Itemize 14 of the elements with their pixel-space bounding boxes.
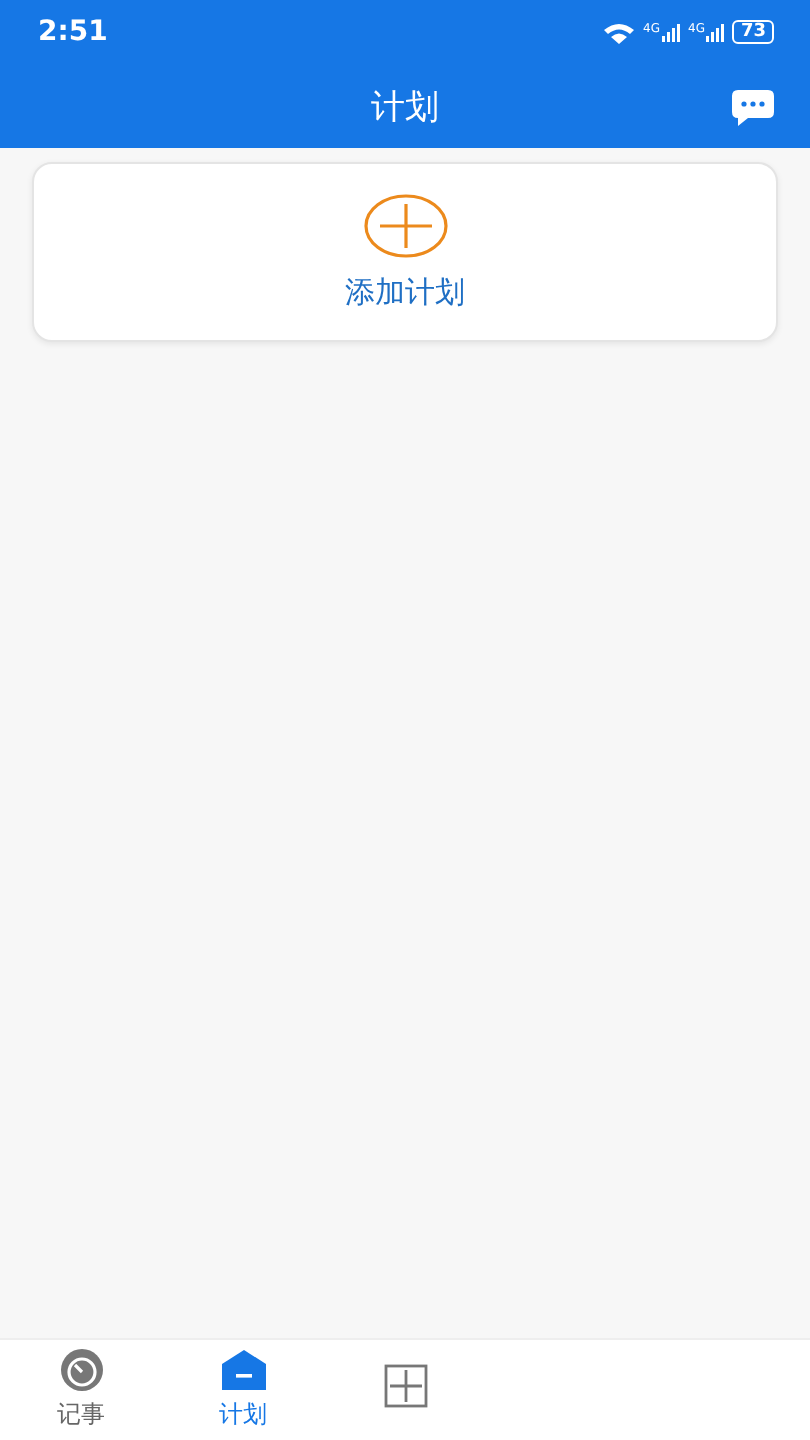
wifi-icon bbox=[601, 21, 636, 43]
add-box-icon bbox=[383, 1364, 427, 1408]
page-title: 计划 bbox=[371, 85, 439, 129]
tab[interactable]: 计划 bbox=[162, 1340, 324, 1440]
add-plan-button[interactable]: 添加计划 bbox=[32, 162, 778, 342]
signal-icon bbox=[706, 23, 725, 41]
timer-icon bbox=[55, 1348, 107, 1392]
plan-icon bbox=[217, 1348, 269, 1392]
battery-level: 73 bbox=[732, 20, 774, 44]
status-time: 2:51 bbox=[38, 16, 110, 48]
signal-icon bbox=[662, 23, 680, 41]
plus-icon bbox=[363, 193, 447, 257]
chat-icon[interactable] bbox=[730, 88, 776, 128]
tab[interactable]: 记事 bbox=[0, 1340, 162, 1440]
